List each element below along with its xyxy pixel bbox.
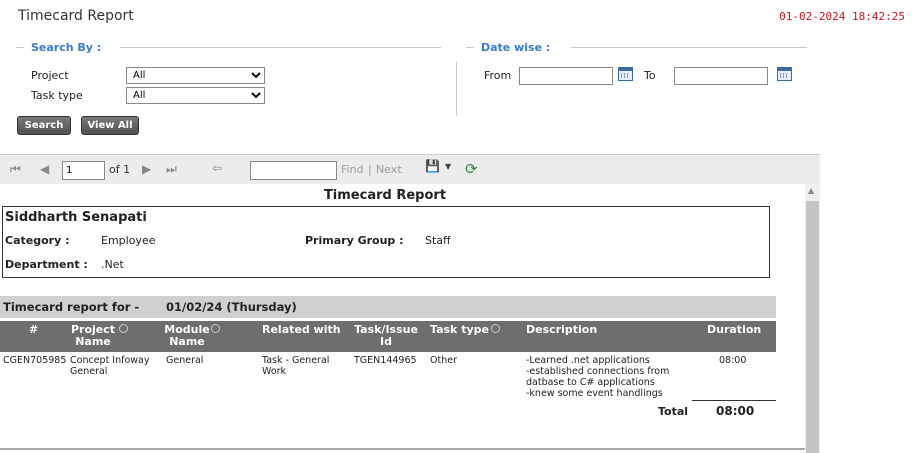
col-task-id: Task/Issue Id: [350, 324, 422, 348]
next-link[interactable]: Next: [376, 163, 402, 176]
search-by-rule: [120, 47, 441, 48]
scrollbar-thumb[interactable]: [806, 201, 819, 453]
row-project-line2: General: [70, 366, 108, 377]
desc-line-2: -established connections from: [526, 366, 670, 377]
timestamp: 01-02-2024 18:42:25: [779, 10, 905, 23]
find-link[interactable]: Find: [341, 163, 364, 176]
report-bottom-rule: [0, 448, 805, 450]
report-for-label: Timecard report for -: [3, 300, 140, 314]
from-date-input[interactable]: [519, 67, 613, 85]
report-area: Timecard Report Siddharth Senapati Categ…: [0, 184, 805, 453]
col-description: Description: [526, 323, 598, 336]
to-calendar-icon[interactable]: [777, 67, 792, 81]
col-task-line2: Id: [380, 335, 392, 348]
report-for-date: 01/02/24 (Thursday): [166, 300, 297, 314]
total-label: Total: [658, 405, 689, 418]
search-by-label: Search By :: [31, 41, 102, 54]
date-wise-label: Date wise :: [481, 41, 551, 54]
find-separator: |: [368, 163, 372, 176]
employee-info-box: Siddharth Senapati Category : Employee P…: [2, 206, 770, 278]
view-all-button[interactable]: View All: [81, 116, 139, 135]
table-header: # Project Name Module Name Related with …: [0, 321, 776, 352]
from-label: From: [484, 69, 512, 82]
col-related: Related with: [262, 323, 341, 336]
task-type-select[interactable]: All: [126, 87, 265, 104]
report-for-bar: Timecard report for - 01/02/24 (Thursday…: [0, 296, 776, 318]
page-count: of 1: [109, 163, 131, 176]
first-page-icon[interactable]: ⏮: [10, 162, 21, 177]
report-scrollbar[interactable]: ▲: [805, 184, 820, 453]
col-module[interactable]: Module Name: [164, 324, 210, 348]
total-rule: [692, 400, 776, 401]
project-select[interactable]: All: [126, 67, 265, 84]
primary-group-label: Primary Group :: [305, 234, 404, 247]
row-related-line2: Work: [262, 366, 287, 377]
row-related-line1: Task - General: [262, 355, 330, 366]
section-divider: [456, 62, 457, 116]
row-module: General: [166, 355, 204, 366]
project-label: Project: [31, 69, 69, 82]
desc-line-4: -knew some event handlings: [526, 388, 663, 399]
back-icon[interactable]: ⇦: [212, 161, 222, 175]
desc-line-3: datbase to C# applications: [526, 377, 655, 388]
export-dropdown-icon[interactable]: ▼: [445, 162, 451, 171]
category-label: Category :: [5, 234, 70, 247]
scroll-up-icon[interactable]: ▲: [808, 186, 814, 195]
department-value: .Net: [101, 258, 124, 271]
find-input[interactable]: [250, 161, 337, 180]
department-label: Department :: [5, 258, 88, 271]
col-task-type[interactable]: Task type: [430, 324, 489, 336]
row-description: -Learned .net applications -established …: [526, 355, 669, 399]
row-project-line1: Concept Infoway: [70, 355, 150, 366]
col-module-line2: Name: [169, 335, 205, 348]
report-toolbar: ⏮ ◀ of 1 ▶ ⏭ ⇦ Find | Next 💾 ▼ ⟳: [0, 154, 820, 184]
export-icon[interactable]: 💾: [425, 159, 440, 173]
row-task-id: TGEN144965: [354, 355, 417, 366]
row-project: Concept Infoway General: [70, 355, 150, 377]
prev-page-icon[interactable]: ◀: [40, 162, 49, 176]
task-type-sort-icon[interactable]: [491, 324, 500, 333]
row-task-type: Other: [430, 355, 457, 366]
date-wise-rule: [571, 47, 807, 48]
category-value: Employee: [101, 234, 156, 247]
report-title: Timecard Report: [323, 188, 447, 203]
primary-group-value: Staff: [425, 234, 451, 247]
employee-name: Siddharth Senapati: [5, 210, 147, 225]
project-sort-icon[interactable]: [119, 324, 128, 333]
from-calendar-icon[interactable]: [618, 67, 633, 81]
next-page-icon[interactable]: ▶: [142, 162, 151, 176]
search-by-rule-left: [16, 47, 24, 48]
total-value: 08:00: [716, 404, 755, 418]
row-duration: 08:00: [719, 355, 747, 366]
refresh-icon[interactable]: ⟳: [465, 160, 478, 178]
last-page-icon[interactable]: ⏭: [166, 162, 177, 177]
to-date-input[interactable]: [674, 67, 768, 85]
row-num: CGEN705985: [3, 355, 67, 366]
page-title: Timecard Report: [18, 8, 134, 24]
col-duration: Duration: [707, 323, 762, 336]
desc-line-1: -Learned .net applications: [526, 355, 650, 366]
page-number-input[interactable]: [62, 161, 105, 180]
col-num: #: [29, 323, 39, 336]
task-type-label: Task type: [31, 89, 83, 102]
module-sort-icon[interactable]: [211, 324, 220, 333]
col-project-line2: Name: [75, 335, 111, 348]
search-button[interactable]: Search: [17, 116, 71, 135]
date-wise-rule-left: [466, 47, 474, 48]
col-project[interactable]: Project Name: [68, 324, 118, 348]
row-related: Task - General Work: [262, 355, 329, 377]
to-label: To: [644, 69, 656, 82]
